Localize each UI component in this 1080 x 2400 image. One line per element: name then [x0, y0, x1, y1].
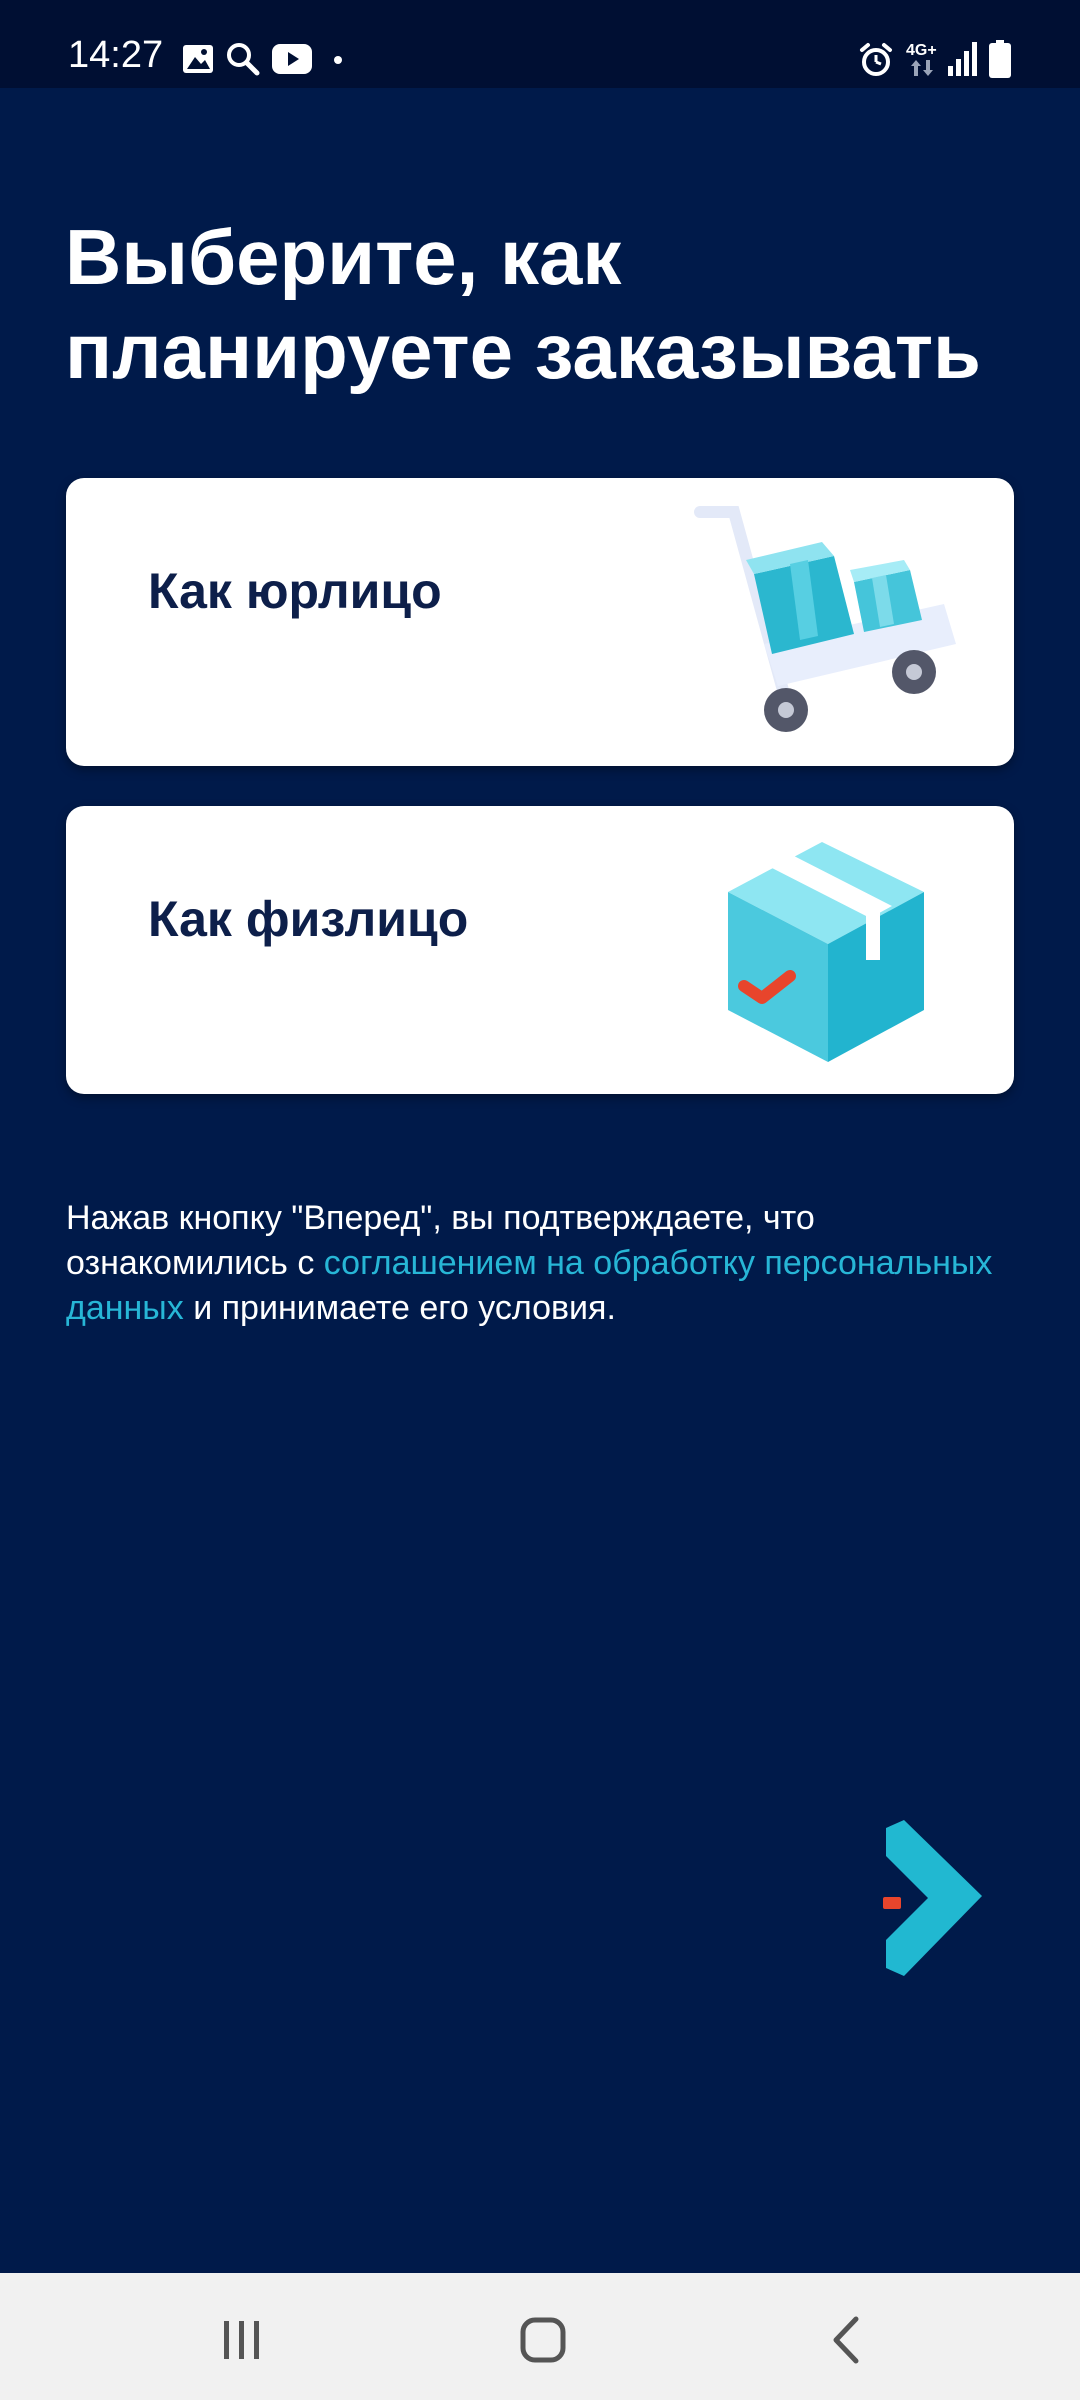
- consent-text: Нажав кнопку "Вперед", вы подтверждаете,…: [66, 1196, 1026, 1331]
- search-icon: [227, 43, 260, 76]
- battery-icon: [989, 40, 1011, 78]
- status-bar: 14:27 4G+: [0, 0, 1080, 88]
- status-time: 14:27: [68, 34, 164, 76]
- consent-text-after: и принимаете его условия.: [183, 1289, 616, 1327]
- back-icon[interactable]: [818, 2313, 878, 2367]
- home-icon[interactable]: [513, 2313, 573, 2367]
- notification-dot-icon: [334, 56, 342, 64]
- gallery-icon: [183, 45, 213, 73]
- page-title: Выберите, как планируете заказывать: [65, 213, 982, 395]
- box-with-checkmark-icon: [728, 842, 924, 1062]
- option-label-legal-entity: Как юрлицо: [148, 563, 442, 619]
- system-navigation-bar: [0, 2273, 1080, 2400]
- next-button[interactable]: [870, 1818, 990, 1978]
- signal-icon: [948, 42, 977, 76]
- chevron-right-icon: [883, 1820, 982, 1976]
- alarm-icon: [860, 43, 892, 76]
- recent-apps-icon[interactable]: [212, 2313, 272, 2367]
- option-card-legal-entity[interactable]: Как юрлицо: [66, 478, 1014, 766]
- option-card-individual[interactable]: Как физлицо: [66, 806, 1014, 1094]
- data-arrows-icon: [911, 60, 933, 76]
- option-label-individual: Как физлицо: [148, 891, 469, 947]
- youtube-icon: [272, 44, 312, 74]
- network-type-label: 4G+: [906, 42, 937, 59]
- hand-truck-with-boxes-icon: [694, 506, 956, 732]
